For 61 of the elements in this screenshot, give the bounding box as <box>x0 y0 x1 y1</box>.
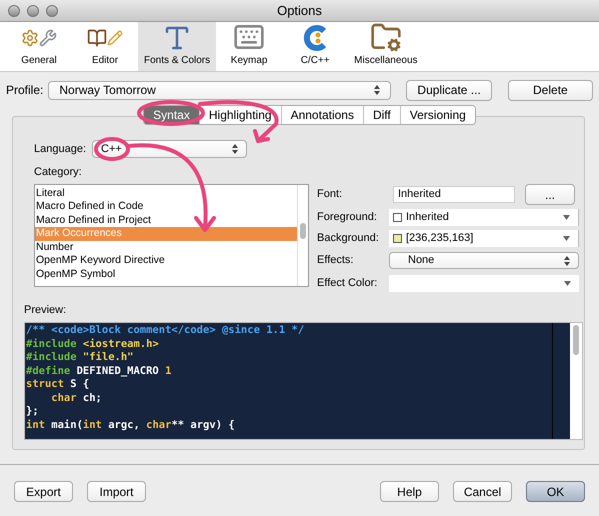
caret-icon <box>563 236 570 240</box>
book-pencil-icon <box>87 28 123 48</box>
window-title: Options <box>276 2 323 20</box>
annotation-circle <box>137 100 205 126</box>
updown-arrows-icon <box>374 85 380 95</box>
effect-color-dropdown[interactable] <box>389 275 579 292</box>
category-item[interactable]: OpenMP Symbol <box>35 268 297 281</box>
field-label: Foreground: <box>317 210 378 225</box>
font-field[interactable]: Inherited <box>393 186 515 203</box>
window-control-icon[interactable] <box>8 4 20 16</box>
preview-label: Preview: <box>24 302 68 318</box>
field-label: Effect Color: <box>317 276 378 292</box>
code-line: struct S { <box>26 378 90 392</box>
code-line: int main(int argc, char** argv) { <box>26 418 235 432</box>
effects-dropdown[interactable]: None <box>389 252 579 269</box>
toolbar-tab[interactable]: Editor <box>72 22 138 71</box>
color-dropdown[interactable]: Inherited <box>389 208 579 226</box>
window-control-icon[interactable] <box>27 4 39 16</box>
caret-icon <box>564 281 571 286</box>
category-item[interactable]: Literal <box>35 186 297 200</box>
field-label: Font: <box>317 187 344 202</box>
category-item[interactable]: OpenMP Keyword Directive <box>35 254 297 268</box>
updown-arrows-icon <box>564 256 570 266</box>
font-picker-button[interactable]: ... <box>525 184 575 205</box>
import-button[interactable]: Import <box>87 481 146 502</box>
toolbar-tab[interactable]: Fonts & Colors <box>138 22 216 71</box>
code-line: /** <code>Block comment</code> @since 1.1 */ <box>26 324 304 338</box>
language-label: Language: <box>34 142 86 157</box>
code-line: #define DEFINED_MACRO 1 <box>26 364 172 378</box>
scrollbar-thumb[interactable] <box>573 325 579 355</box>
export-button[interactable]: Export <box>14 481 73 502</box>
category-item[interactable]: Macro Defined in Code <box>35 200 297 214</box>
toolbar-tab[interactable]: C/C++ <box>282 22 348 71</box>
footer-button[interactable]: OK <box>526 481 585 502</box>
annotation-circle <box>94 137 130 161</box>
category-label: Category: <box>34 165 83 180</box>
footer-button[interactable]: Help <box>380 481 439 502</box>
code-line: }; <box>26 405 39 418</box>
scrollbar-thumb[interactable] <box>300 222 306 238</box>
field-label: Effects: <box>317 253 354 268</box>
delete-button[interactable]: Delete <box>508 80 593 100</box>
footer-button[interactable]: Cancel <box>453 481 512 502</box>
profile-label: Profile: <box>6 82 44 99</box>
toolbar-tab[interactable]: Keymap <box>216 22 282 71</box>
toolbar-tab[interactable]: General <box>6 22 72 71</box>
code-line: char ch; <box>50 392 102 405</box>
profile-dropdown[interactable]: Norway Tomorrow <box>48 80 392 100</box>
color-dropdown[interactable]: [236,235,163] <box>389 230 579 246</box>
code-line: #include <iostream.h> <box>26 338 159 351</box>
window-control-icon[interactable] <box>46 4 58 16</box>
caret-icon <box>563 214 570 220</box>
duplicate-button[interactable]: Duplicate ... <box>406 80 492 100</box>
updown-arrows-icon <box>232 144 238 154</box>
gear-wrench-icon <box>21 28 57 46</box>
folder-gear-icon <box>370 21 402 53</box>
category-item[interactable]: Macro Defined in Project <box>35 214 297 227</box>
code-line: #include "file.h" <box>26 351 134 364</box>
category-item[interactable]: Number <box>35 240 297 254</box>
field-label: Background: <box>317 230 380 246</box>
tab[interactable]: Versioning <box>400 106 475 124</box>
toolbar-tab[interactable]: Miscellaneous <box>348 22 424 71</box>
